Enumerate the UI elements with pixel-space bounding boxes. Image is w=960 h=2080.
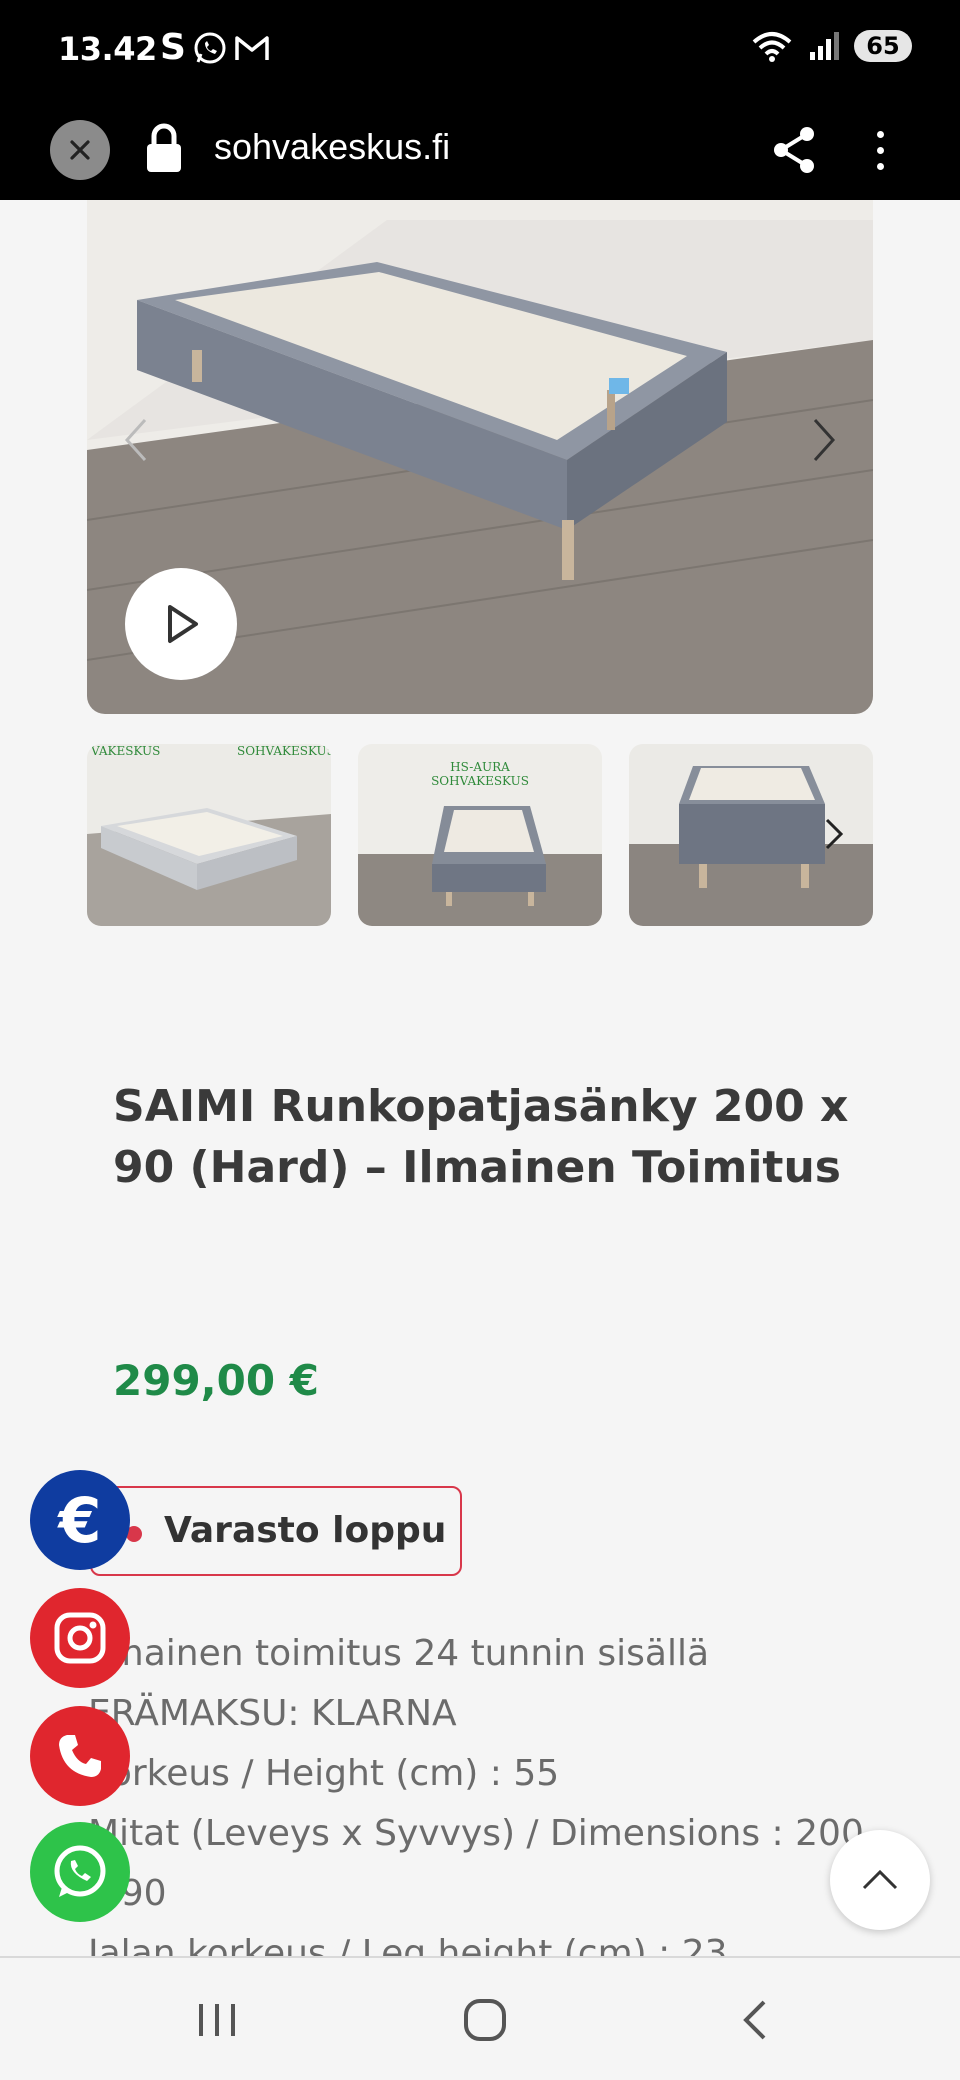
euro-icon: € [58,1483,102,1557]
thumbnail-1[interactable]: VAKESKUS SOHVAKESKUS [87,744,331,926]
phone-icon [59,1735,101,1777]
back-button[interactable] [720,1988,790,2052]
signal-icon [810,32,839,60]
description-line: Korkeus / Height (cm) : 55 [88,1753,560,1794]
status-bar: 13.42 S 65 [0,0,960,100]
play-icon [168,605,198,643]
battery-indicator: 65 [854,30,912,62]
lock-icon[interactable] [144,122,184,174]
gmail-icon [235,36,269,60]
description-line: Ilmainen toimitus 24 tunnin sisällä [88,1633,710,1674]
scroll-to-top-button[interactable] [830,1830,930,1930]
browser-toolbar: sohvakeskus.fi [0,100,960,200]
stock-status-badge: Varasto loppu [90,1486,462,1576]
s-app-icon: S [160,27,186,68]
thumbnails-next-arrow[interactable] [819,814,847,854]
description-line: x 90 [88,1873,167,1914]
url-text[interactable]: sohvakeskus.fi [214,126,450,168]
chevron-up-icon [862,1869,898,1890]
wifi-icon [752,32,792,62]
next-image-arrow[interactable] [803,410,843,470]
thumbnail-watermark-line1: HS-AURA [450,760,510,774]
back-icon [743,2000,766,2040]
instagram-icon [54,1612,106,1664]
product-description: Ilmainen toimitus 24 tunnin sisällä ERÄM… [88,1624,908,1956]
whatsapp-icon [54,1845,106,1897]
status-time: 13.42 [58,30,157,68]
close-tab-button[interactable] [50,120,110,180]
product-title: SAIMI Runkopatjasänky 200 x 90 (Hard) – … [113,1081,849,1193]
product-price: 299,00 € [113,1356,319,1405]
description-line: ERÄMAKSU: KLARNA [88,1693,457,1734]
status-indicators: 65 [750,28,912,64]
thumbnail-watermark-left: VAKESKUS [91,744,161,758]
whatsapp-button[interactable] [30,1822,130,1922]
status-app-icons: S [160,28,270,68]
whatsapp-icon [194,32,226,64]
system-navigation-bar [0,1956,960,2080]
home-button[interactable] [450,1988,520,2052]
thumbnail-strip: VAKESKUS SOHVAKESKUS HS-AURA SOHVAKESKUS [87,744,873,926]
home-icon [464,1999,506,2041]
thumbnail-watermark-line2: SOHVAKESKUS [431,774,529,788]
thumbnail-photo [87,744,331,926]
recent-apps-icon [199,2004,235,2036]
more-options-icon[interactable] [862,120,898,180]
close-icon [70,140,90,160]
thumbnail-2[interactable]: HS-AURA SOHVAKESKUS [358,744,602,926]
description-line: Jalan korkeus / Leg height (cm) : 23 [88,1933,728,1956]
play-video-button[interactable] [125,568,237,680]
product-main-image[interactable] [87,200,873,714]
share-icon[interactable] [765,120,825,180]
call-button[interactable] [30,1706,130,1806]
description-line: Mitat (Leveys x Syvvys) / Dimensions : 2… [88,1813,864,1854]
instagram-button[interactable] [30,1588,130,1688]
prev-image-arrow[interactable] [117,410,157,470]
thumbnail-watermark-right: SOHVAKESKUS [237,744,331,758]
stock-status-text: Varasto loppu [164,1510,447,1551]
recent-apps-button[interactable] [182,1988,252,2052]
payment-button[interactable]: € [30,1470,130,1570]
